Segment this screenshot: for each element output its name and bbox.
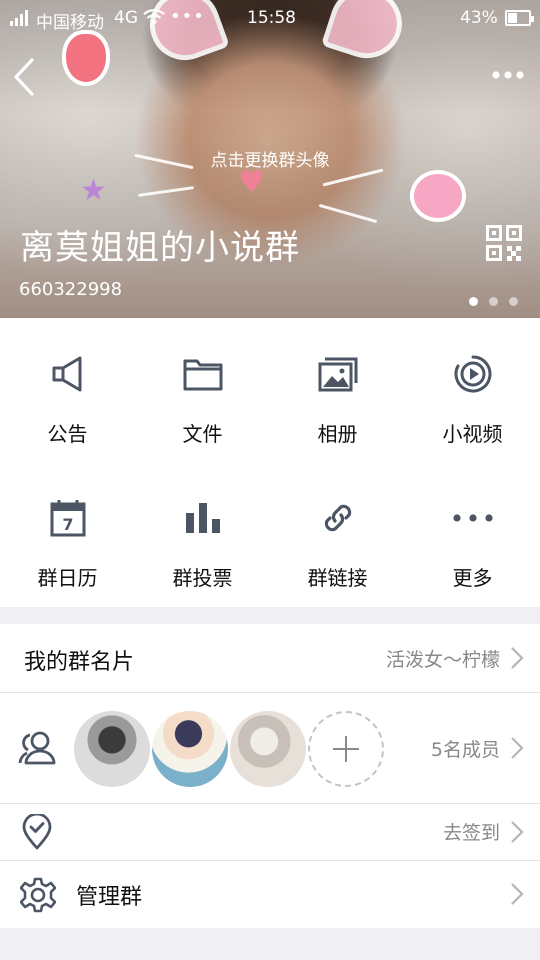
chevron-right-icon [511,883,524,905]
calendar-icon: 7 [50,500,85,537]
manage-group-row[interactable]: 管理群 [0,861,540,928]
carrier-label: 中国移动 [36,13,104,33]
page-dot [509,297,518,306]
feature-label: 更多 [452,566,493,590]
page-dot-active [469,297,478,306]
feature-announcement[interactable]: 公告 [0,318,135,462]
group-info-card: 5名成员 去签到 管理群 [0,692,540,928]
back-button[interactable] [10,56,42,98]
feature-album[interactable]: 相册 [270,318,405,462]
member-count: 5名成员 [430,739,500,761]
star-sticker: ★ [80,173,107,208]
video-icon [454,355,491,393]
page-dot [489,297,498,306]
change-avatar-hint[interactable]: 点击更换群头像 [0,146,540,171]
link-icon [324,504,351,532]
chevron-left-icon [14,58,34,96]
heart-sticker: ♥ [238,165,265,200]
feature-label: 相册 [317,422,358,446]
feature-label: 公告 [47,422,88,446]
row-title: 我的群名片 [24,650,135,675]
clock: 15:58 [247,8,296,28]
feature-label: 小视频 [442,422,503,446]
whisker-decoration [322,168,384,187]
feature-files[interactable]: 文件 [135,318,270,462]
feature-short-video[interactable]: 小视频 [405,318,540,462]
feature-link[interactable]: 群链接 [270,462,405,606]
member-avatar-2[interactable] [152,711,228,787]
strawberry-sticker [62,30,110,86]
chevron-right-icon [511,737,524,759]
checkin-label: 去签到 [442,822,500,844]
member-avatar-3[interactable] [230,711,306,787]
qr-code-icon [486,225,522,261]
plus-icon [333,736,359,762]
members-row[interactable]: 5名成员 [0,693,540,803]
checkin-row[interactable]: 去签到 [0,804,540,860]
add-member-button[interactable] [308,711,384,787]
group-header[interactable]: ★ ♥ 中国移动 4G ••• 15:58 43% 点击更换群头像 离莫姐姐的小… [0,0,540,318]
feature-calendar[interactable]: 7 群日历 [0,462,135,606]
megaphone-icon [52,356,81,392]
calendar-day: 7 [62,515,73,534]
network-type: 4G [114,8,138,28]
signal-icon [10,10,32,26]
carousel-indicator [469,291,529,306]
wifi-icon [143,9,165,32]
more-icon [492,71,524,79]
feature-grid: 公告 文件 相册 小视频 7 群日历 群投票 群链接 更多 [0,318,540,607]
notification-dots: ••• [170,6,205,27]
battery-icon [505,10,534,26]
gear-icon [20,877,56,913]
members-icon [18,731,56,765]
whisker-decoration [318,203,378,224]
member-avatar-1[interactable] [74,711,150,787]
feature-vote[interactable]: 群投票 [135,462,270,606]
status-bar: 中国移动 4G ••• 15:58 43% [0,0,540,38]
group-name: 离莫姐姐的小说群 [20,228,300,268]
folder-icon [183,359,222,391]
album-icon [318,357,357,392]
qr-code-button[interactable] [486,225,522,261]
feature-label: 文件 [182,422,223,446]
berry-sticker [410,170,466,222]
location-check-icon [22,814,52,850]
group-nickname: 活泼女～柠檬 [385,649,500,671]
more-dots-icon [452,514,493,522]
feature-label: 群链接 [307,566,368,590]
whisker-decoration [138,186,194,197]
feature-more[interactable]: 更多 [405,462,540,606]
battery-percent: 43% [460,8,498,28]
chevron-right-icon [511,647,524,669]
row-title: 管理群 [76,885,143,910]
feature-label: 群投票 [172,566,233,590]
feature-label: 群日历 [37,566,98,590]
group-id: 660322998 [19,279,123,300]
more-options-button[interactable] [486,62,530,90]
my-group-card-row[interactable]: 我的群名片 活泼女～柠檬 [0,624,540,692]
vote-icon [185,503,220,533]
chevron-right-icon [511,821,524,843]
